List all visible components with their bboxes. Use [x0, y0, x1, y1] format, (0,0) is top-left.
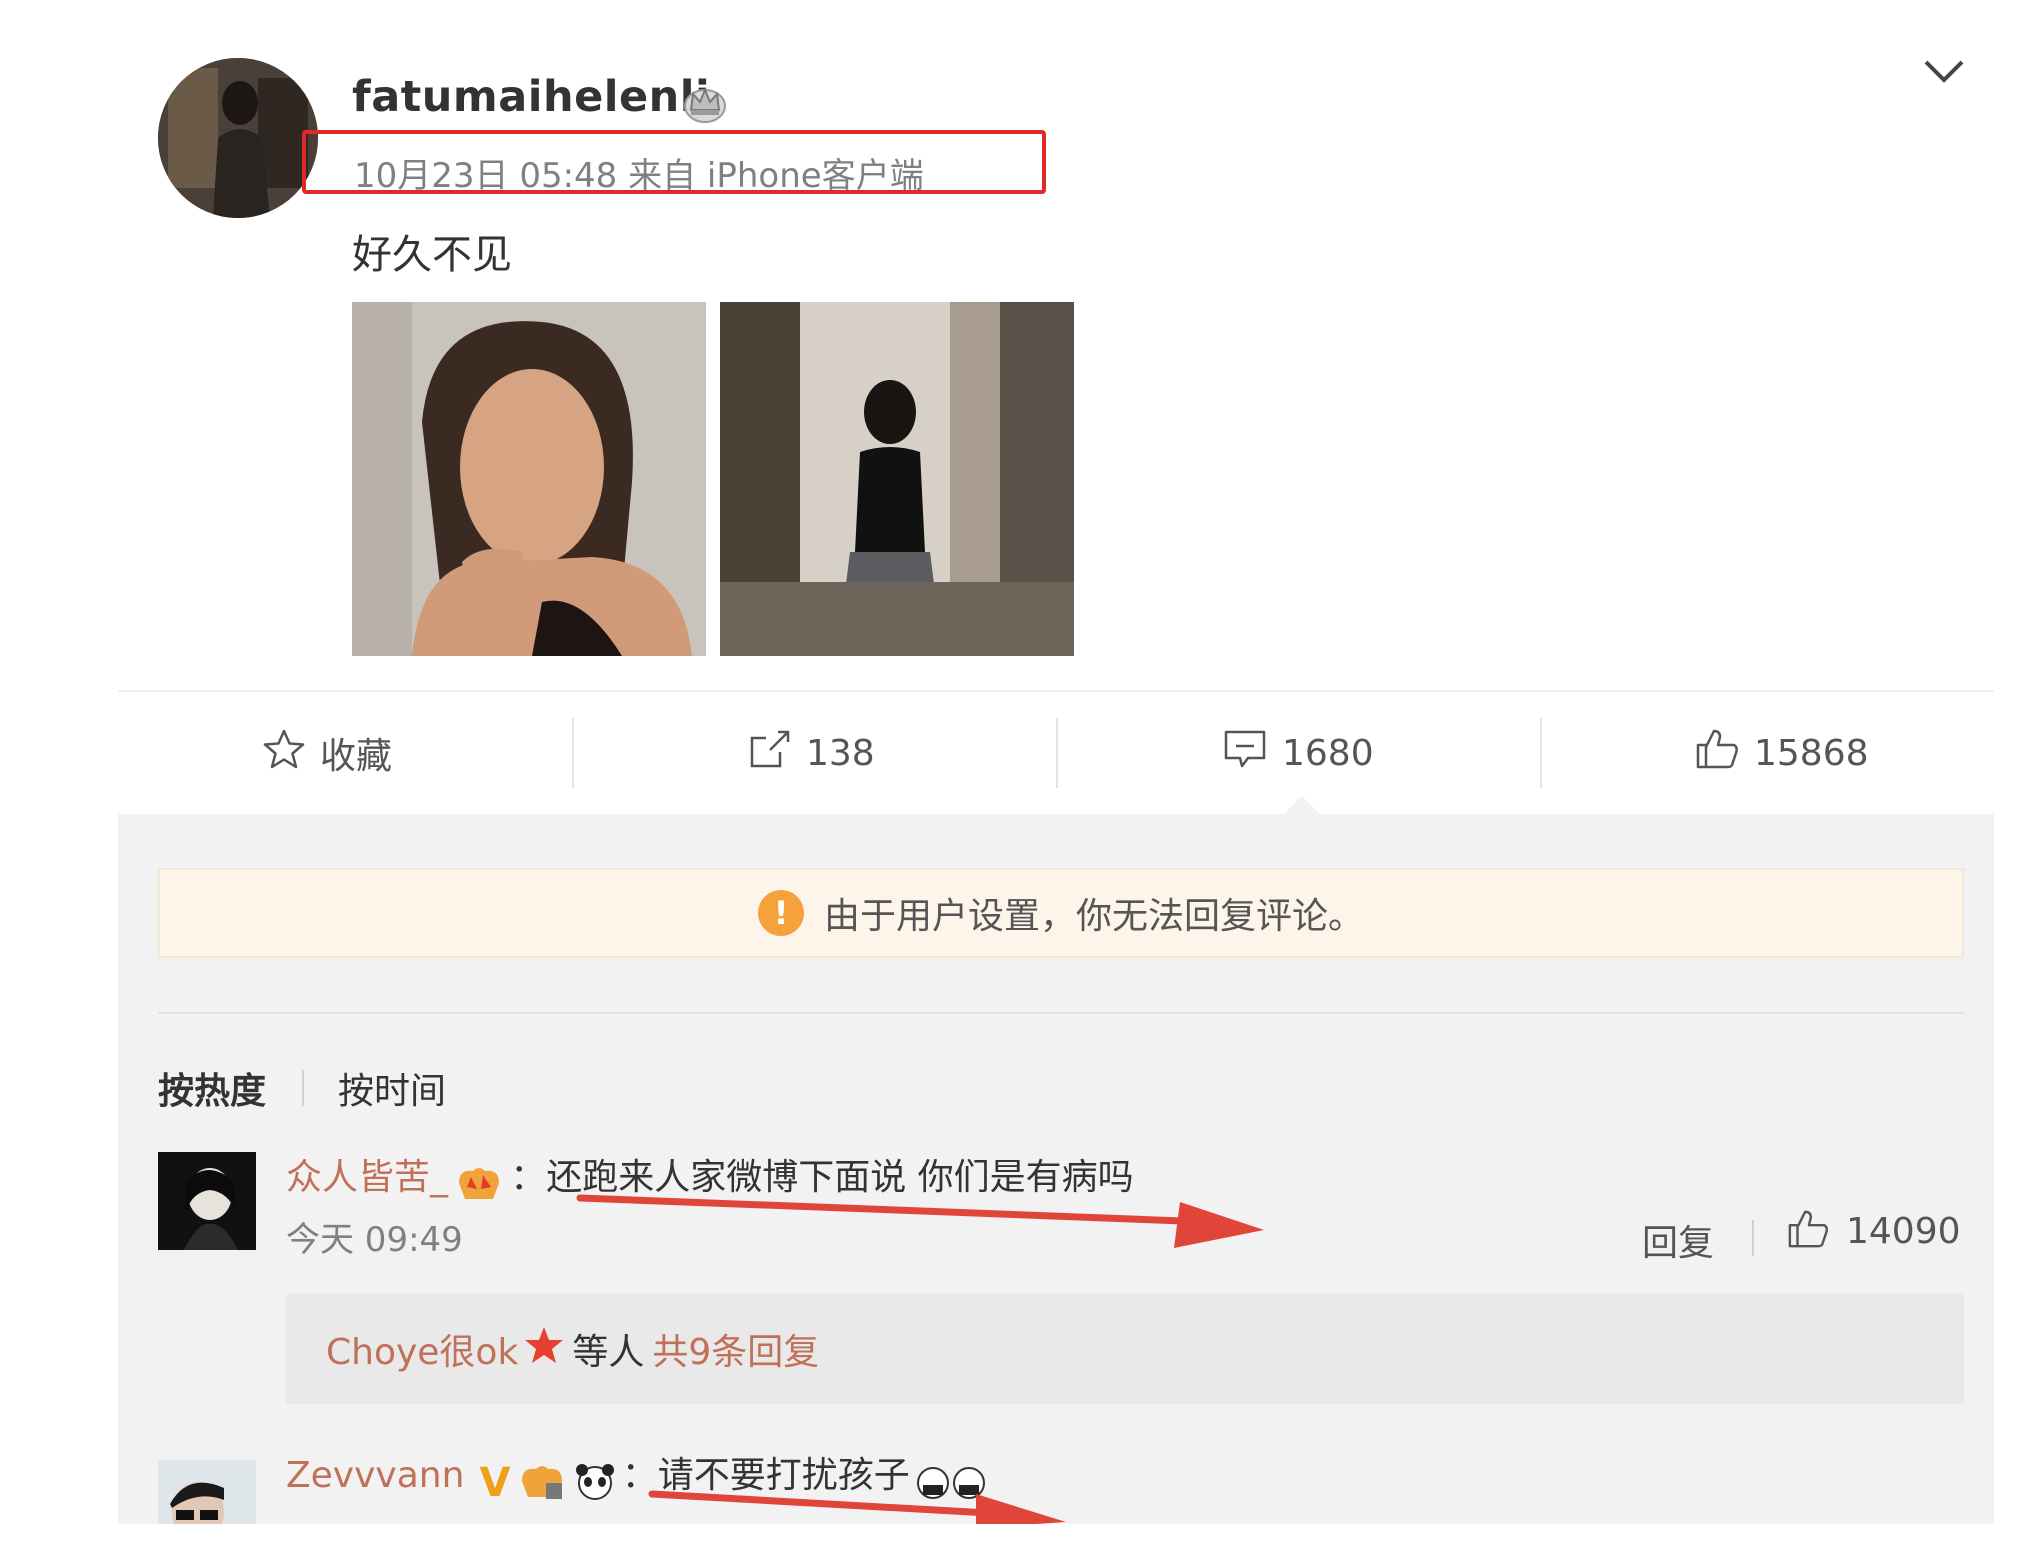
like-button[interactable]: 15868: [1694, 722, 1869, 784]
crown-badge-icon: [682, 80, 728, 124]
thumbs-up-icon: [1694, 727, 1754, 780]
repost-button[interactable]: 138: [748, 722, 875, 784]
like-count: 15868: [1754, 732, 1869, 774]
comment-count: 1680: [1282, 732, 1374, 774]
chevron-down-icon[interactable]: [1922, 56, 1966, 86]
thumbs-up-icon: [1786, 1208, 1830, 1254]
post-photo-mirror[interactable]: [720, 302, 1074, 656]
fan-badge-icon: [516, 1461, 568, 1505]
annotation-arrow: [648, 1490, 1066, 1528]
notice-text: 由于用户设置，你无法回复评论。: [823, 896, 1364, 937]
active-tab-caret: [1284, 796, 1320, 814]
comment-icon: [1222, 728, 1282, 779]
replies-summary[interactable]: Choye很ok 等人 共9条回复: [286, 1294, 1964, 1404]
author-avatar[interactable]: [158, 58, 318, 218]
commenter-name[interactable]: Zevvvann: [286, 1455, 464, 1496]
favorite-label: 收藏: [320, 736, 393, 777]
star-badge-icon: [524, 1325, 564, 1374]
commenter-name[interactable]: 众人皆苦_: [286, 1157, 448, 1198]
repost-count: 138: [806, 732, 875, 774]
action-separator: [1540, 718, 1542, 788]
repost-icon: [748, 728, 806, 779]
divider: [118, 690, 1994, 692]
action-separator: [1056, 718, 1058, 788]
action-separator: [572, 718, 574, 788]
fan-badge-icon: [453, 1163, 505, 1207]
sort-by-hot-tab[interactable]: 按热度: [158, 1062, 266, 1114]
bottom-crop: [0, 1524, 2030, 1558]
post-photo-selfie[interactable]: [352, 302, 706, 656]
comment-time: 今天 09:49: [286, 1220, 463, 1260]
sort-separator: [302, 1070, 304, 1106]
sort-by-time-tab[interactable]: 按时间: [338, 1062, 446, 1114]
warning-icon: !: [757, 890, 804, 936]
action-separator: [1752, 1220, 1754, 1256]
replier-names[interactable]: Choye很ok: [326, 1323, 518, 1375]
post-text: 好久不见: [352, 232, 512, 278]
commenter-avatar[interactable]: [158, 1152, 256, 1250]
comment-like-button[interactable]: 14090: [1786, 1208, 1961, 1254]
panda-icon: [573, 1461, 617, 1505]
reply-restriction-notice: ! 由于用户设置，你无法回复评论。: [158, 868, 1964, 958]
star-icon: [262, 728, 320, 779]
author-username[interactable]: fatumaihelenli: [352, 72, 710, 122]
comment-like-count: 14090: [1846, 1210, 1961, 1252]
annotation-arrow: [576, 1194, 1264, 1248]
verified-badge-icon: V: [479, 1459, 511, 1506]
comment-button[interactable]: 1680: [1222, 722, 1374, 784]
reply-button[interactable]: 回复: [1642, 1214, 1714, 1266]
replies-count-link[interactable]: 共9条回复: [652, 1323, 819, 1375]
replies-connector: 等人: [572, 1332, 645, 1373]
divider: [158, 1012, 1964, 1014]
annotation-highlight-box: [302, 130, 1046, 194]
favorite-button[interactable]: 收藏: [262, 722, 392, 784]
